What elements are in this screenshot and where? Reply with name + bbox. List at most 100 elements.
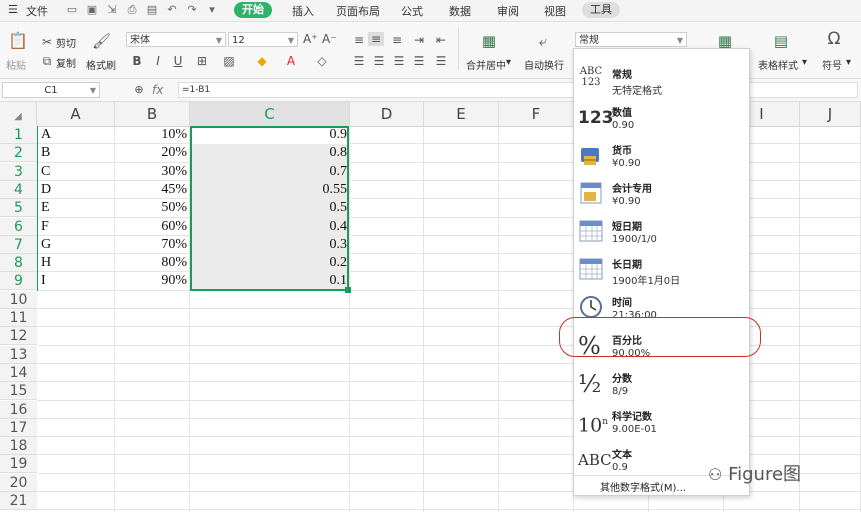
more-arrow-icon[interactable]: ▾ bbox=[206, 4, 218, 16]
number-format-select[interactable]: 常规 ▼ bbox=[575, 32, 687, 47]
align-middle-icon[interactable]: ≡ bbox=[368, 32, 384, 46]
cell-b[interactable]: 70% bbox=[115, 236, 187, 254]
align-center-icon[interactable]: ☰ bbox=[372, 54, 386, 68]
fill-color-icon[interactable]: ◆ bbox=[255, 54, 269, 68]
cell-b[interactable]: 50% bbox=[115, 199, 187, 217]
font-color-icon[interactable]: A bbox=[284, 54, 298, 68]
fx-icon[interactable]: fx bbox=[152, 83, 163, 97]
font-size-select[interactable]: 12 ▼ bbox=[228, 32, 298, 47]
row-header[interactable]: 17 bbox=[0, 419, 37, 437]
justify-icon[interactable]: ☰ bbox=[412, 54, 426, 68]
cell-c[interactable]: 0.4 bbox=[190, 218, 348, 236]
menu-file[interactable]: 文件 bbox=[26, 3, 48, 19]
bold-icon[interactable]: B bbox=[131, 54, 143, 68]
tab-tools[interactable]: 工具 bbox=[582, 2, 620, 18]
omega-icon[interactable]: Ω bbox=[825, 31, 843, 48]
underline-icon[interactable]: U bbox=[172, 54, 184, 68]
align-bottom-icon[interactable]: ≡ bbox=[390, 33, 404, 47]
tab-review[interactable]: 审阅 bbox=[497, 3, 519, 19]
zoom-icon[interactable]: ⊕ bbox=[132, 83, 146, 97]
cell-b[interactable]: 20% bbox=[115, 144, 187, 162]
tab-formulas[interactable]: 公式 bbox=[401, 3, 423, 19]
cell-c[interactable]: 0.55 bbox=[190, 181, 348, 199]
format-option[interactable]: 短日期 1900/1/0 bbox=[574, 213, 749, 251]
cell-c[interactable]: 0.5 bbox=[190, 199, 348, 217]
cell-a[interactable]: D bbox=[41, 181, 51, 199]
open-icon[interactable]: ▭ bbox=[66, 4, 78, 16]
scissors-icon[interactable]: ✂ bbox=[40, 35, 54, 49]
dropdown-arrow-icon[interactable]: ▾ bbox=[846, 57, 851, 68]
tab-page-layout[interactable]: 页面布局 bbox=[336, 3, 380, 19]
row-header[interactable]: 14 bbox=[0, 364, 37, 382]
copy-icon[interactable]: ⧉ bbox=[40, 54, 54, 68]
row-header[interactable]: 21 bbox=[0, 492, 37, 510]
border-icon[interactable]: ⊞ bbox=[195, 54, 209, 68]
table-style-icon[interactable]: ▤ bbox=[772, 34, 790, 49]
wrap-text-button[interactable]: 自动换行 bbox=[524, 57, 564, 72]
cell-b[interactable]: 90% bbox=[115, 272, 187, 290]
cell-c[interactable]: 0.1 bbox=[190, 272, 348, 290]
symbol-button[interactable]: 符号 bbox=[822, 57, 842, 72]
align-top-icon[interactable]: ≡ bbox=[352, 33, 366, 47]
decrease-font-icon[interactable]: A⁻ bbox=[322, 32, 337, 46]
format-option[interactable]: 123 数值 0.90 bbox=[574, 99, 749, 137]
cell-c[interactable]: 0.9 bbox=[190, 126, 348, 144]
more-number-formats[interactable]: 其他数字格式(M)... bbox=[600, 479, 686, 494]
column-header[interactable]: C bbox=[190, 102, 350, 126]
tab-home[interactable]: 开始 bbox=[234, 2, 272, 18]
print-preview-icon[interactable]: ▤ bbox=[146, 4, 158, 16]
format-option[interactable]: ABC 123 常规 无特定格式 bbox=[574, 61, 749, 99]
row-header[interactable]: 8 bbox=[0, 254, 37, 272]
row-header[interactable]: 16 bbox=[0, 401, 37, 419]
row-header[interactable]: 19 bbox=[0, 455, 37, 473]
tab-data[interactable]: 数据 bbox=[449, 3, 471, 19]
cell-c[interactable]: 0.7 bbox=[190, 163, 348, 181]
row-header[interactable]: 3 bbox=[0, 163, 37, 181]
cell-a[interactable]: A bbox=[41, 126, 51, 144]
row-header[interactable]: 18 bbox=[0, 437, 37, 455]
conditional-format-icon[interactable]: ▦ bbox=[716, 34, 734, 49]
merge-center-button[interactable]: 合并居中 bbox=[466, 57, 506, 72]
hamburger-icon[interactable]: ☰ bbox=[8, 3, 18, 16]
row-header[interactable]: 5 bbox=[0, 199, 37, 217]
row-header[interactable]: 4 bbox=[0, 181, 37, 199]
cell-b[interactable]: 45% bbox=[115, 181, 187, 199]
row-header[interactable]: 7 bbox=[0, 236, 37, 254]
cell-c[interactable]: 0.8 bbox=[190, 144, 348, 162]
row-header[interactable]: 6 bbox=[0, 218, 37, 236]
row-header[interactable]: 20 bbox=[0, 474, 37, 492]
dropdown-arrow-icon[interactable]: ▾ bbox=[506, 57, 511, 68]
row-header[interactable]: 1 bbox=[0, 126, 37, 144]
column-header[interactable]: D bbox=[350, 102, 424, 126]
cell-a[interactable]: H bbox=[41, 254, 51, 272]
cell-b[interactable]: 80% bbox=[115, 254, 187, 272]
cell-a[interactable]: G bbox=[41, 236, 51, 254]
row-header[interactable]: 15 bbox=[0, 382, 37, 400]
merge-center-icon[interactable]: ▦ bbox=[480, 34, 498, 49]
cell-b[interactable]: 10% bbox=[115, 126, 187, 144]
cell-c[interactable]: 0.2 bbox=[190, 254, 348, 272]
column-header[interactable]: B bbox=[115, 102, 190, 126]
paste-icon[interactable]: 📋 bbox=[8, 33, 28, 49]
format-option[interactable]: 会计专用 ¥0.90 bbox=[574, 175, 749, 213]
column-header[interactable]: F bbox=[499, 102, 574, 126]
format-option[interactable]: 10n 科学记数 9.00E-01 bbox=[574, 403, 749, 441]
cell-a[interactable]: F bbox=[41, 218, 49, 236]
name-box[interactable]: C1 ▼ bbox=[2, 82, 100, 98]
column-header[interactable]: E bbox=[424, 102, 499, 126]
row-header[interactable]: 11 bbox=[0, 309, 37, 327]
format-option[interactable]: 长日期 1900年1月0日 bbox=[574, 251, 749, 289]
cut-button[interactable]: 剪切 bbox=[56, 35, 76, 50]
italic-icon[interactable]: I bbox=[152, 54, 164, 68]
redo-icon[interactable]: ↷ bbox=[186, 4, 198, 16]
formula-input[interactable]: =1-B1 bbox=[178, 82, 858, 98]
dropdown-arrow-icon[interactable]: ▾ bbox=[802, 57, 807, 68]
cell-b[interactable]: 30% bbox=[115, 163, 187, 181]
table-style-button[interactable]: 表格样式 bbox=[758, 57, 798, 72]
align-left-icon[interactable]: ☰ bbox=[352, 54, 366, 68]
cell-b[interactable]: 60% bbox=[115, 218, 187, 236]
row-header[interactable]: 12 bbox=[0, 327, 37, 345]
format-option[interactable]: 货币 ¥0.90 bbox=[574, 137, 749, 175]
format-painter-icon[interactable]: 🖌 bbox=[92, 34, 111, 49]
align-right-icon[interactable]: ☰ bbox=[392, 54, 406, 68]
